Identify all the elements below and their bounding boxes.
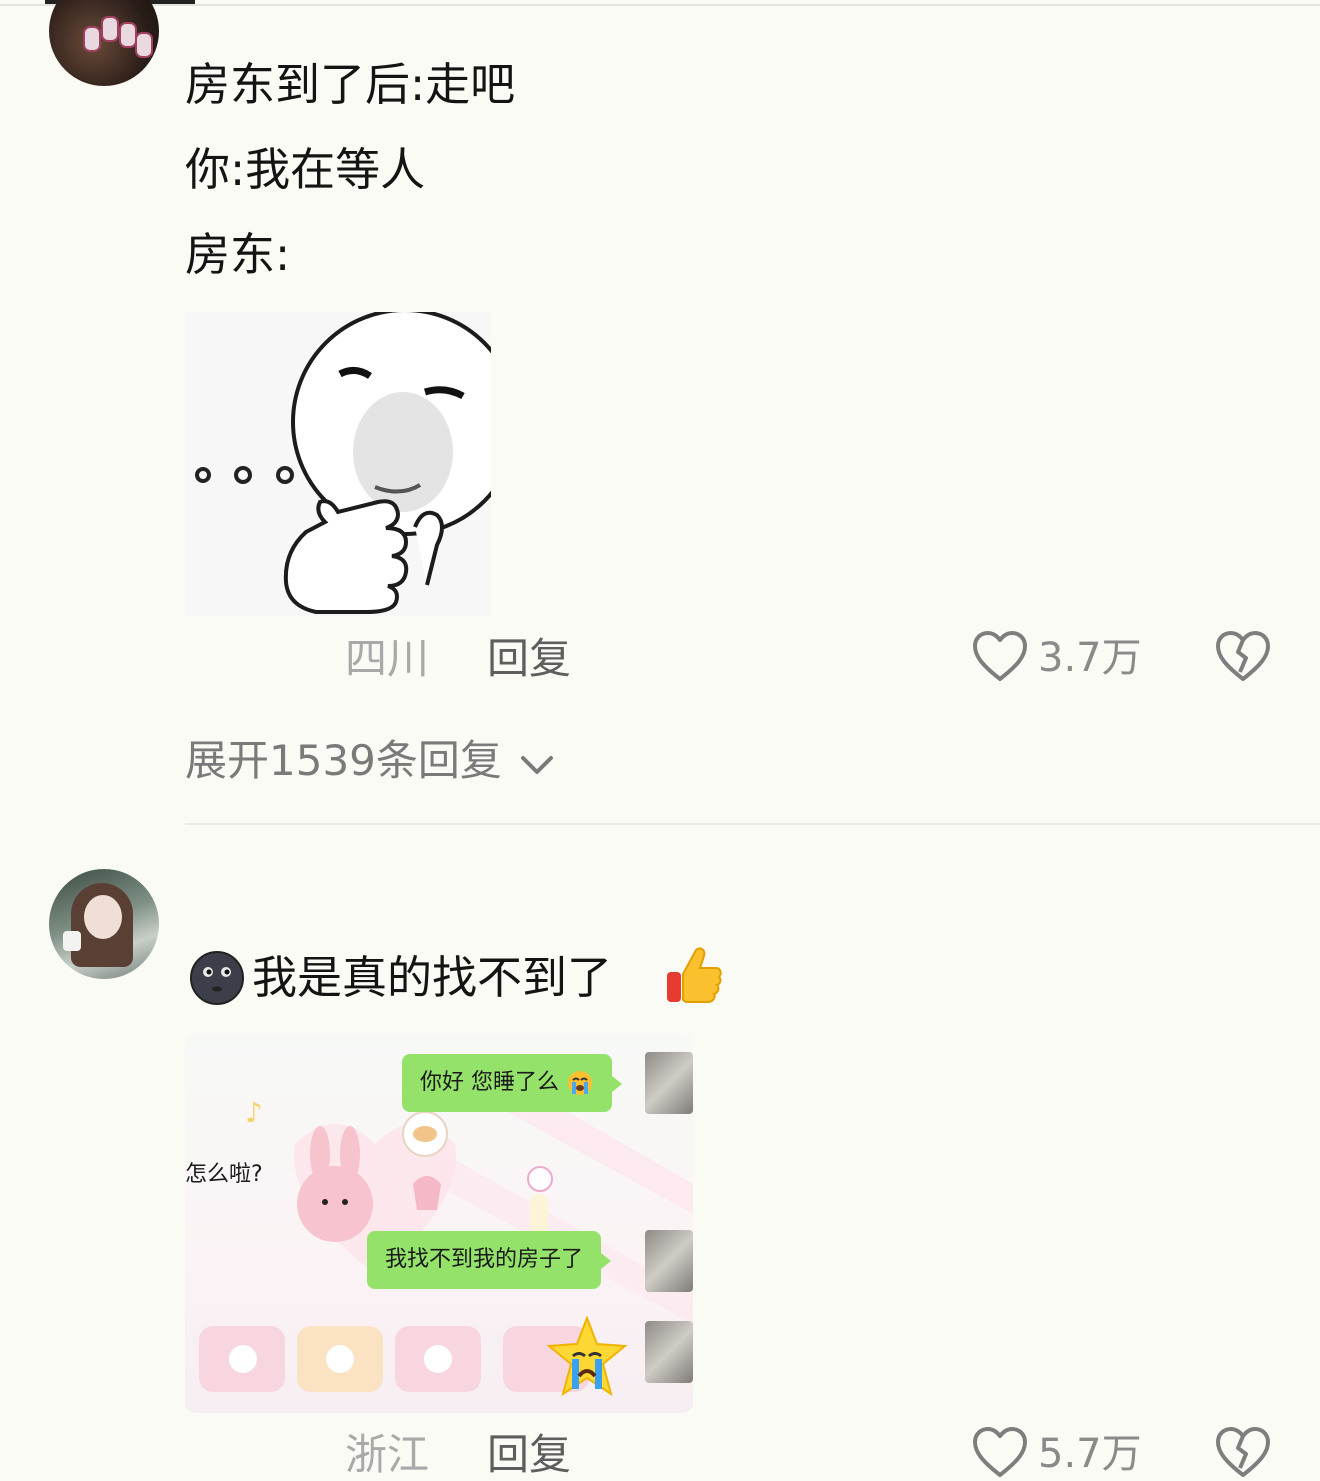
chat-avatar: [645, 1321, 693, 1383]
commenter-avatar[interactable]: [49, 0, 159, 86]
comment-location: 四川: [345, 634, 430, 683]
thinking-face-drawing: [195, 312, 491, 614]
like-count: 3.7万: [1038, 635, 1142, 681]
top-divider: [0, 4, 1320, 6]
comment-text: 我是真的找不到了: [252, 951, 613, 1004]
crying-emoji: [568, 1071, 592, 1095]
dislike-icon[interactable]: [1215, 630, 1271, 684]
comment-location: 浙江: [345, 1430, 430, 1479]
sent-message-bubble: 你好 您睡了么: [402, 1054, 622, 1112]
heart-icon[interactable]: [972, 1426, 1028, 1480]
reply-button[interactable]: 回复: [487, 638, 571, 680]
chat-avatar: [645, 1052, 693, 1114]
message-text: 你好 您睡了么: [420, 1070, 559, 1095]
chevron-down-icon: [521, 755, 554, 774]
heart-icon[interactable]: [972, 630, 1028, 684]
thumbs-up-emoji: [667, 947, 722, 1003]
received-message-text: 怎么啦?: [185, 1162, 263, 1187]
dislike-icon[interactable]: [1215, 1426, 1271, 1480]
reply-button[interactable]: 回复: [487, 1434, 571, 1476]
expand-replies-button[interactable]: 展开1539条回复: [185, 740, 555, 782]
commenter-avatar[interactable]: [49, 869, 159, 979]
chat-avatar: [645, 1230, 693, 1292]
message-text: 我找不到我的房子了: [385, 1247, 584, 1272]
comment-text-line: 房东到了后:走吧: [185, 58, 516, 111]
new-moon-face-emoji: [190, 951, 244, 1005]
meme-sticker-image[interactable]: [185, 312, 491, 616]
sent-message-bubble: 我找不到我的房子了: [367, 1231, 612, 1289]
like-count: 5.7万: [1038, 1431, 1142, 1477]
comment-text-line: 房东:: [185, 228, 291, 281]
svg-text:♪: ♪: [245, 1096, 263, 1129]
crying-emoji: [546, 1316, 628, 1397]
expand-replies-label: 展开1539条回复: [185, 736, 502, 785]
comment-text-line: 你:我在等人: [185, 143, 426, 196]
comment-divider: [185, 823, 1320, 825]
chat-screenshot-image[interactable]: ♪ 你好 您睡了么 怎么啦? 我找不到我的房子了: [185, 1034, 693, 1413]
